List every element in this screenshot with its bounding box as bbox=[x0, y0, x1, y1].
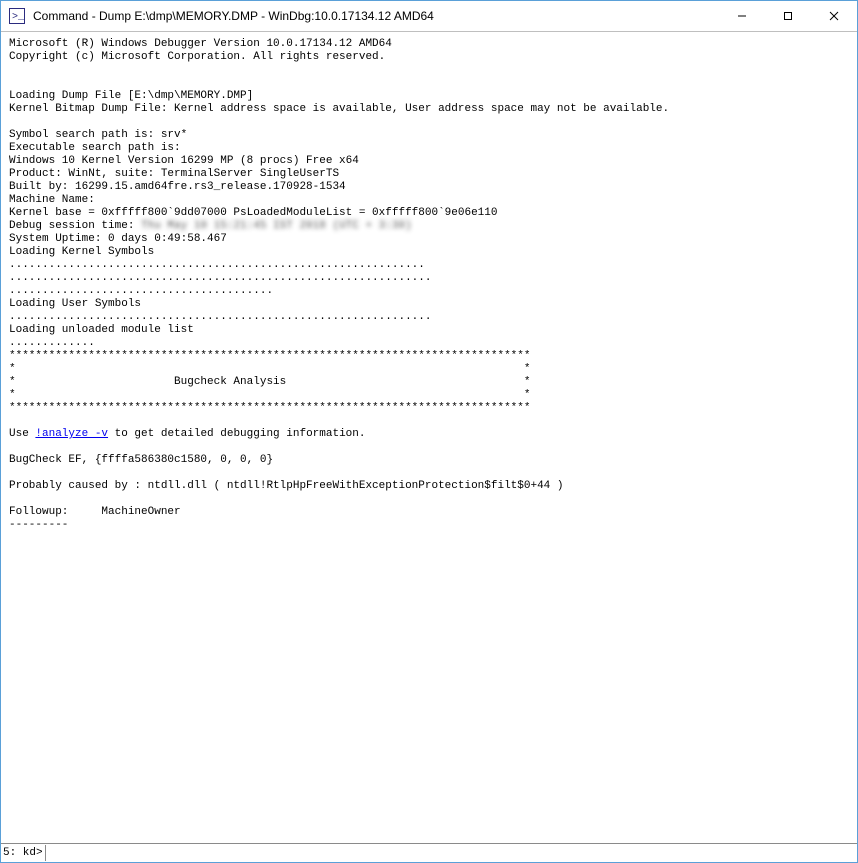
command-prompt-bar: 5: kd> bbox=[1, 843, 857, 862]
debugger-output: Microsoft (R) Windows Debugger Version 1… bbox=[9, 38, 849, 532]
window-controls bbox=[719, 1, 857, 31]
svg-text:>_: >_ bbox=[12, 12, 25, 23]
titlebar[interactable]: >_ Command - Dump E:\dmp\MEMORY.DMP - Wi… bbox=[1, 1, 857, 32]
prompt-label: 5: kd> bbox=[3, 847, 45, 859]
minimize-button[interactable] bbox=[719, 1, 765, 31]
analyze-link[interactable]: !analyze -v bbox=[35, 428, 108, 440]
redacted-session-time: Thu May 10 15:21:45 IST 2018 (UTC + 3:30… bbox=[141, 220, 412, 232]
command-input[interactable] bbox=[45, 845, 855, 861]
app-icon: >_ bbox=[9, 8, 25, 24]
output-area[interactable]: Microsoft (R) Windows Debugger Version 1… bbox=[1, 32, 857, 843]
close-button[interactable] bbox=[811, 1, 857, 31]
window-title: Command - Dump E:\dmp\MEMORY.DMP - WinDb… bbox=[33, 9, 719, 23]
maximize-button[interactable] bbox=[765, 1, 811, 31]
windbg-window: >_ Command - Dump E:\dmp\MEMORY.DMP - Wi… bbox=[0, 0, 858, 863]
